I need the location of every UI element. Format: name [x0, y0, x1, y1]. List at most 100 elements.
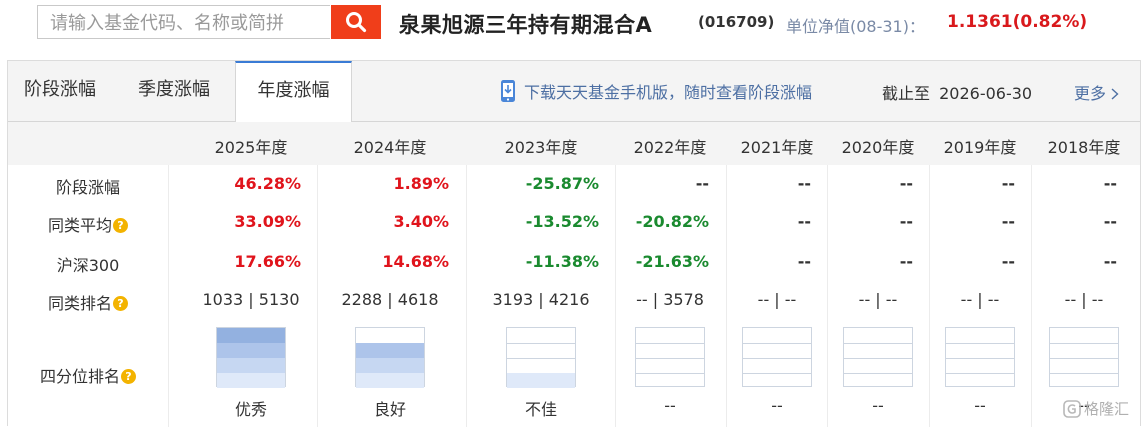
more-link[interactable]: 更多 [1074, 80, 1119, 104]
row-label-text: 沪深300 [56, 256, 120, 275]
quartile-text: -- [974, 396, 986, 415]
table-cell: -- [1103, 212, 1117, 231]
nav-value: 1.1361(0.82%) [947, 12, 1088, 32]
quartile-segment [946, 328, 1014, 343]
column-divider [466, 165, 467, 427]
table-cell: 2288 | 4618 [341, 290, 439, 309]
watermark: 格隆汇 [1063, 398, 1129, 419]
quartile-segment [844, 343, 912, 358]
quartile-segment [636, 358, 704, 373]
quartile-text: 优秀 [234, 400, 267, 419]
quartile-bar [742, 327, 812, 387]
table-cell: -- [1103, 174, 1117, 193]
table-cell: 33.09% [234, 212, 301, 231]
fund-name: 泉果旭源三年持有期混合A [399, 13, 653, 37]
help-icon[interactable]: ? [113, 218, 128, 233]
column-header: 2019年度 [943, 138, 1017, 157]
quartile-text: 不佳 [524, 400, 557, 419]
quartile-segment [217, 328, 285, 343]
deadline: 截止至 2026-06-30 [882, 80, 1032, 104]
row-label: 同类平均? [8, 212, 168, 236]
quartile-segment [636, 373, 704, 388]
performance-panel: 阶段涨幅 季度涨幅 年度涨幅 下载天天基金手机版，随时查看阶段涨幅 截止至 20… [7, 60, 1141, 427]
table-cell: -- | -- [960, 290, 1000, 309]
quartile-segment [356, 358, 424, 373]
column-header: 2018年度 [1047, 138, 1121, 157]
quartile-segment [1050, 328, 1118, 343]
quartile-bar [945, 327, 1015, 387]
chevron-right-icon [1111, 88, 1119, 100]
quartile-text: -- [664, 396, 676, 415]
watermark-text: 格隆汇 [1084, 400, 1130, 418]
row-label: 沪深300 [8, 252, 168, 276]
quartile-segment [217, 358, 285, 373]
quartile-segment [844, 373, 912, 388]
search-icon [346, 12, 367, 33]
table-cell: -11.38% [525, 252, 599, 271]
table-cell: 46.28% [234, 174, 301, 193]
search-input[interactable] [48, 6, 332, 40]
column-header: 2025年度 [214, 138, 288, 157]
quartile-bar [1049, 327, 1119, 387]
quartile-row-label: 四分位排名? [8, 363, 168, 387]
quartile-segment [946, 343, 1014, 358]
table-cell: 1.89% [393, 174, 449, 193]
quartile-text: 良好 [373, 400, 406, 419]
quartile-segment [217, 373, 285, 388]
column-divider [317, 165, 318, 427]
table-cell: -- | -- [1064, 290, 1104, 309]
quartile-segment [507, 328, 575, 343]
table-cell: 17.66% [234, 252, 301, 271]
row-label-text: 同类排名 [47, 294, 112, 313]
tab-annual-return[interactable]: 年度涨幅 [235, 61, 352, 122]
quartile-segment [844, 328, 912, 343]
quartile-segment [743, 343, 811, 358]
column-header: 2022年度 [633, 138, 707, 157]
nav-label: 单位净值(08-31)： [786, 17, 925, 36]
watermark-logo-icon [1063, 399, 1081, 418]
top-bar: 泉果旭源三年持有期混合A (016709) 单位净值(08-31)： 1.136… [0, 0, 1141, 50]
search-button[interactable] [331, 5, 381, 39]
tab-stage-return[interactable]: 阶段涨幅 [24, 61, 96, 121]
table-cell: 3193 | 4216 [492, 290, 590, 309]
table-cell: -- | 3578 [636, 290, 704, 309]
app-download-label: 下载天天基金手机版，随时查看阶段涨幅 [524, 83, 813, 102]
quartile-segment [507, 343, 575, 358]
row-label-text: 阶段涨幅 [55, 178, 120, 197]
help-icon[interactable]: ? [121, 369, 136, 384]
quartile-segment [743, 328, 811, 343]
quartile-segment [636, 328, 704, 343]
more-label: 更多 [1074, 84, 1107, 103]
quartile-segment [1050, 358, 1118, 373]
quartile-segment [946, 373, 1014, 388]
fund-code: (016709) [698, 13, 775, 31]
tab-bar: 阶段涨幅 季度涨幅 年度涨幅 下载天天基金手机版，随时查看阶段涨幅 截止至 20… [8, 61, 1140, 122]
column-header: 2023年度 [504, 138, 578, 157]
row-label-text: 四分位排名 [39, 367, 120, 386]
quartile-segment [1050, 343, 1118, 358]
quartile-segment [743, 373, 811, 388]
table-cell: 3.40% [393, 212, 449, 231]
quartile-bar [216, 327, 286, 388]
column-header: 2024年度 [353, 138, 427, 157]
quartile-segment [507, 373, 575, 388]
quartile-bar [635, 327, 705, 387]
tab-quarterly-return[interactable]: 季度涨幅 [138, 61, 210, 121]
table-cell: -- [1103, 252, 1117, 271]
quartile-text: -- [872, 396, 884, 415]
quartile-segment [743, 358, 811, 373]
app-download-link[interactable]: 下载天天基金手机版，随时查看阶段涨幅 [500, 79, 812, 103]
row-label: 阶段涨幅 [8, 174, 168, 198]
quartile-segment [636, 343, 704, 358]
quartile-segment [356, 373, 424, 388]
table-cell: -25.87% [525, 174, 599, 193]
mobile-phone-icon [501, 80, 515, 102]
deadline-date: 2026-06-30 [939, 84, 1033, 103]
quartile-segment [844, 358, 912, 373]
quartile-bar [843, 327, 913, 387]
table-cell: -13.52% [525, 212, 599, 231]
quartile-text: -- [771, 396, 783, 415]
quartile-segment [1050, 373, 1118, 388]
help-icon[interactable]: ? [113, 296, 128, 311]
table-header: 2025年度 2024年度 2023年度 2022年度 2021年度 2020年度 2019… [8, 122, 1140, 165]
